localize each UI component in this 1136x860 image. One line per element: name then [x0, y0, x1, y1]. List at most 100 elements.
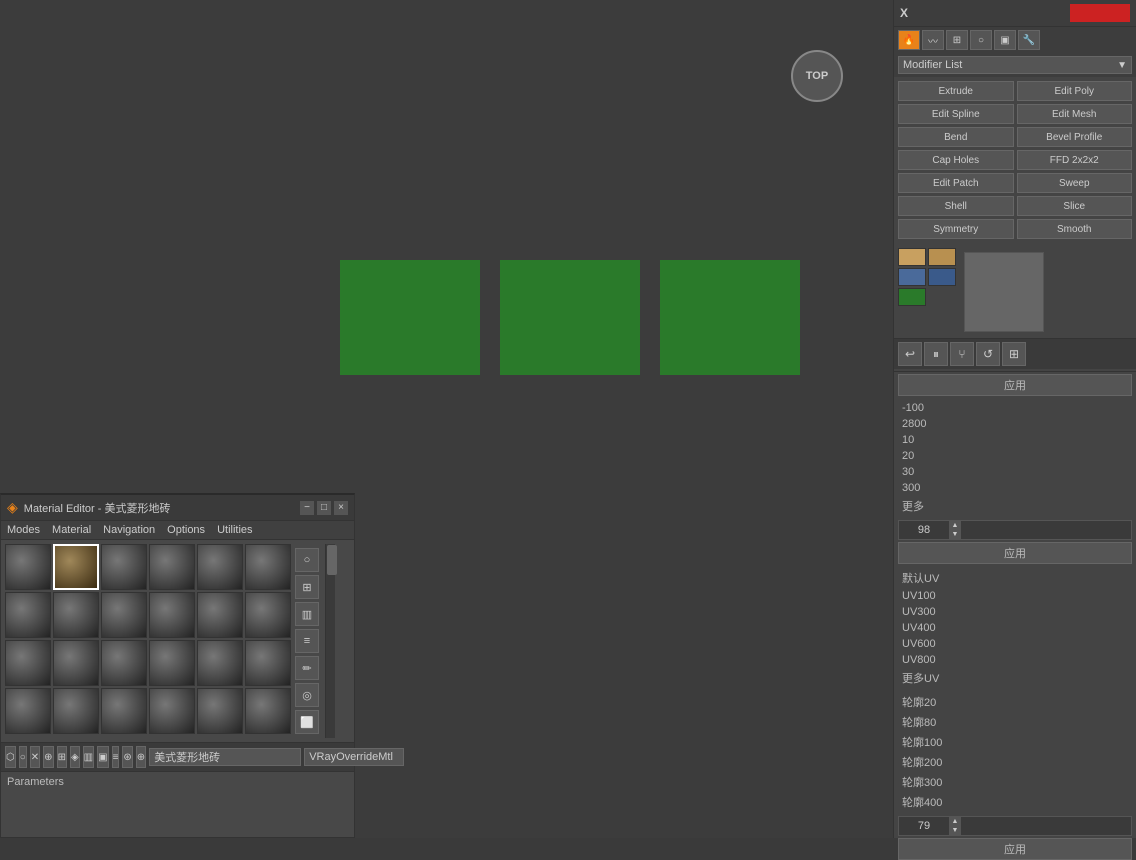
icon-btn-wrench[interactable]: 🔧	[1018, 30, 1040, 50]
extrude-button[interactable]: Extrude	[898, 81, 1014, 101]
num-30[interactable]: 30	[900, 464, 1130, 480]
mat-library-icon[interactable]: ⊞	[57, 746, 67, 768]
mat-delete-icon[interactable]: ✕	[30, 746, 40, 768]
mat-tool-sphere2[interactable]: ◎	[295, 683, 319, 707]
mat-options-icon[interactable]: ⊕	[136, 746, 146, 768]
icon-btn-circle[interactable]: ○	[970, 30, 992, 50]
bend-button[interactable]: Bend	[898, 127, 1014, 147]
sphere-3-2[interactable]	[53, 640, 99, 686]
menu-material[interactable]: Material	[52, 524, 91, 536]
mat-tool-gradient[interactable]: ▥	[295, 602, 319, 626]
sphere-4-4[interactable]	[149, 688, 195, 734]
icon-btn-flame[interactable]: 🔥	[898, 30, 920, 50]
symmetry-button[interactable]: Symmetry	[898, 219, 1014, 239]
uv-600[interactable]: UV600	[900, 636, 1130, 652]
contour-200[interactable]: 轮廓200	[900, 752, 1130, 772]
num-10[interactable]: 10	[900, 432, 1130, 448]
mat-put-material-icon[interactable]: ○	[19, 746, 27, 768]
sphere-2-5[interactable]	[197, 592, 243, 638]
apply-button-1[interactable]: 应用	[898, 374, 1132, 396]
sphere-1-2[interactable]	[53, 544, 99, 590]
bevel-profile-button[interactable]: Bevel Profile	[1017, 127, 1133, 147]
mat-get-material-icon[interactable]: ⬡	[5, 746, 16, 768]
swatch-tan-2[interactable]	[928, 248, 956, 266]
sphere-3-3[interactable]	[101, 640, 147, 686]
sphere-2-6[interactable]	[245, 592, 291, 638]
sphere-4-5[interactable]	[197, 688, 243, 734]
swatch-green[interactable]	[898, 288, 926, 306]
tool-fork-icon[interactable]: ⑂	[950, 342, 974, 366]
menu-options[interactable]: Options	[167, 524, 205, 536]
edit-spline-button[interactable]: Edit Spline	[898, 104, 1014, 124]
sphere-3-4[interactable]	[149, 640, 195, 686]
edit-poly-button[interactable]: Edit Poly	[1017, 81, 1133, 101]
sphere-3-5[interactable]	[197, 640, 243, 686]
spin-up-2[interactable]: ▲	[949, 817, 961, 826]
icon-btn-grid[interactable]: ⊞	[946, 30, 968, 50]
sphere-2-2[interactable]	[53, 592, 99, 638]
spin-down-2[interactable]: ▼	[949, 826, 961, 835]
mat-tool-checkerboard[interactable]: ⊞	[295, 575, 319, 599]
sphere-2-3[interactable]	[101, 592, 147, 638]
restore-button[interactable]: □	[317, 501, 331, 515]
sphere-4-2[interactable]	[53, 688, 99, 734]
icon-btn-curve[interactable]: 〰	[922, 30, 944, 50]
num-more[interactable]: 更多	[900, 496, 1130, 516]
edit-patch-button[interactable]: Edit Patch	[898, 173, 1014, 193]
tool-pause-icon[interactable]: ⏸	[924, 342, 948, 366]
contour-300[interactable]: 轮廓300	[900, 772, 1130, 792]
swatch-blue-2[interactable]	[928, 268, 956, 286]
spinner-value-2[interactable]	[899, 820, 949, 832]
edit-mesh-button[interactable]: Edit Mesh	[1017, 104, 1133, 124]
menu-modes[interactable]: Modes	[7, 524, 40, 536]
mat-tool-cube[interactable]: ⬜	[295, 710, 319, 734]
uv-100[interactable]: UV100	[900, 588, 1130, 604]
mat-bg-icon[interactable]: ▥	[83, 746, 94, 768]
minimize-button[interactable]: −	[300, 501, 314, 515]
uv-800[interactable]: UV800	[900, 652, 1130, 668]
apply-button-3[interactable]: 应用	[898, 838, 1132, 860]
sphere-scrollbar[interactable]	[325, 544, 335, 738]
sphere-1-1[interactable]	[5, 544, 51, 590]
spinner-input-2[interactable]: ▲ ▼	[898, 816, 1132, 836]
sphere-2-4[interactable]	[149, 592, 195, 638]
contour-400[interactable]: 轮廓400	[900, 792, 1130, 812]
mat-copy-icon[interactable]: ⊕	[43, 746, 53, 768]
swatch-tan-1[interactable]	[898, 248, 926, 266]
uv-more[interactable]: 更多UV	[900, 668, 1130, 688]
contour-80[interactable]: 轮廓80	[900, 712, 1130, 732]
slice-button[interactable]: Slice	[1017, 196, 1133, 216]
contour-20[interactable]: 轮廓20	[900, 692, 1130, 712]
smooth-button[interactable]: Smooth	[1017, 219, 1133, 239]
mat-tool-circle[interactable]: ○	[295, 548, 319, 572]
contour-100[interactable]: 轮廓100	[900, 732, 1130, 752]
sphere-1-5[interactable]	[197, 544, 243, 590]
sphere-4-1[interactable]	[5, 688, 51, 734]
apply-button-2[interactable]: 应用	[898, 542, 1132, 564]
uv-300[interactable]: UV300	[900, 604, 1130, 620]
num-20[interactable]: 20	[900, 448, 1130, 464]
sphere-3-6[interactable]	[245, 640, 291, 686]
tool-grid-icon[interactable]: ⊞	[1002, 342, 1026, 366]
num-2800[interactable]: 2800	[900, 416, 1130, 432]
uv-400[interactable]: UV400	[900, 620, 1130, 636]
uv-default[interactable]: 默认UV	[900, 568, 1130, 588]
menu-navigation[interactable]: Navigation	[103, 524, 155, 536]
spinner-input-1[interactable]: ▲ ▼	[898, 520, 1132, 540]
material-type-field[interactable]	[304, 748, 404, 766]
mat-border-icon[interactable]: ▣	[97, 746, 108, 768]
sphere-4-3[interactable]	[101, 688, 147, 734]
material-name-field[interactable]	[149, 748, 301, 766]
sphere-1-6[interactable]	[245, 544, 291, 590]
shell-button[interactable]: Shell	[898, 196, 1014, 216]
num-minus100[interactable]: -100	[900, 400, 1130, 416]
sphere-2-1[interactable]	[5, 592, 51, 638]
sphere-3-1[interactable]	[5, 640, 51, 686]
mat-tool-paint[interactable]: ✏	[295, 656, 319, 680]
swatch-blue-1[interactable]	[898, 268, 926, 286]
mat-highlight-icon[interactable]: ◈	[70, 746, 80, 768]
spinner-value-1[interactable]	[899, 524, 949, 536]
sphere-1-3[interactable]	[101, 544, 147, 590]
mat-video-icon[interactable]: ≡	[112, 746, 120, 768]
mat-material-list-icon[interactable]: ⊛	[122, 746, 132, 768]
